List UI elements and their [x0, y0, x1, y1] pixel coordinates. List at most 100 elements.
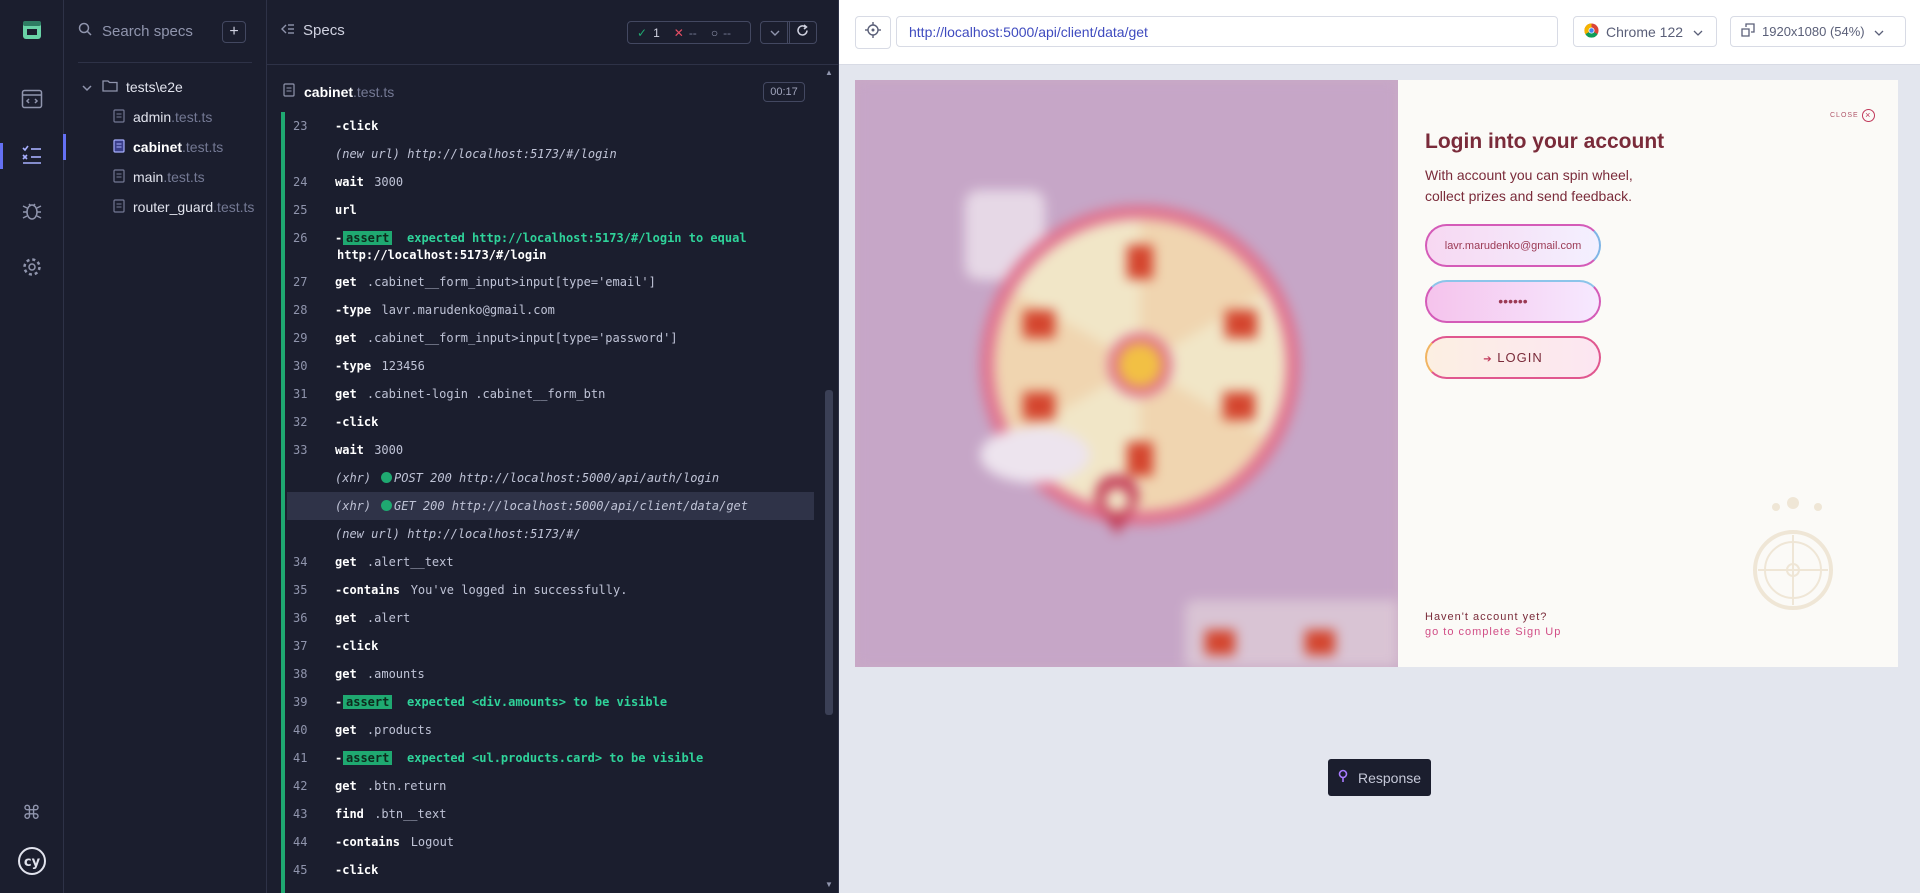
add-spec-button[interactable]: + [222, 21, 246, 43]
command-number: 36 [293, 611, 308, 625]
spec-file-main[interactable]: main .test.ts [64, 164, 266, 190]
command-row[interactable]: 41 - assert expected <ul.products.card> to … [287, 744, 814, 772]
command-number: 28 [293, 303, 308, 317]
viewport-selector[interactable]: 1920x1080 (54%) [1730, 16, 1906, 47]
command-row[interactable]: 39 - assert expected <div.amounts> to be vi… [287, 688, 814, 716]
selector-playground-button[interactable] [855, 16, 891, 49]
debug-icon[interactable] [0, 193, 63, 229]
command-row[interactable]: 42 get .btn.return [287, 772, 814, 800]
url-change-row[interactable]: (new url) http://localhost:5173/#/ [287, 520, 814, 548]
keyboard-shortcuts-icon[interactable]: ⌘ [0, 795, 63, 831]
scroll-up-icon[interactable]: ▲ [825, 68, 833, 77]
spec-file-cabinet[interactable]: cabinet .test.ts [63, 134, 266, 160]
command-row[interactable]: 44 -contains Logout [287, 828, 814, 856]
spec-file-name: main [133, 169, 164, 185]
settings-icon[interactable] [0, 249, 63, 285]
command-row[interactable]: 40 get .products [287, 716, 814, 744]
aut-url[interactable]: http://localhost:5000/api/client/data/ge… [896, 16, 1558, 47]
command-message: 123456 [381, 359, 425, 373]
command-row[interactable]: 45 -click [287, 856, 814, 884]
command-name: get [335, 723, 357, 737]
command-row[interactable]: 28 -type lavr.marudenko@gmail.com [287, 296, 814, 324]
folder-icon [102, 79, 118, 95]
command-row[interactable]: 32 -click [287, 408, 814, 436]
xhr-log-row[interactable]: (xhr) POST 200 http://localhost:5000/api/… [287, 464, 814, 492]
command-row[interactable]: 37 -click [287, 632, 814, 660]
command-row[interactable]: 29 get .cabinet__form_input>input[type='pa… [287, 324, 814, 352]
command-row[interactable]: 23 -click [287, 112, 814, 140]
command-row[interactable]: 27 get .cabinet__form_input>input[type='em… [287, 268, 814, 296]
specs-toggle[interactable]: Specs [281, 22, 345, 39]
folder-row[interactable]: tests\e2e [64, 74, 266, 100]
url-change-row[interactable]: (new url) http://localhost:5173/#/login [287, 140, 814, 168]
reporter-panel: Specs ✓ 1 ✕ -- ○ -- cabinet .test.ts 00:1… [267, 0, 839, 893]
login-description: With account you can spin wheel, collect… [1425, 167, 1633, 204]
command-number: 40 [293, 723, 308, 737]
login-icon: ➔ [1483, 354, 1493, 365]
email-field[interactable]: lavr.marudenko@gmail.com [1425, 224, 1601, 267]
aut-viewport: CLOSE × Login into your account With acc… [855, 80, 1898, 667]
assert-message: expected <ul.products.card> to be visibl… [407, 751, 704, 765]
command-number: 38 [293, 667, 308, 681]
scroll-down-icon[interactable]: ▼ [825, 880, 833, 889]
spec-file-router-guard[interactable]: router_guard .test.ts [64, 194, 266, 220]
pass-indicator-bar [281, 112, 285, 893]
response-snapshot-button[interactable]: Response [1328, 759, 1431, 796]
runs-icon[interactable] [0, 81, 63, 117]
command-name: get [335, 779, 357, 793]
xhr-detail: POST 200 http://localhost:5000/api/auth/… [381, 471, 719, 485]
pending-count: -- [723, 25, 732, 40]
file-icon [283, 82, 295, 102]
login-button[interactable]: ➔ LOGIN [1425, 336, 1601, 379]
command-row[interactable]: 35 -contains You've logged in successfully… [287, 576, 814, 604]
command-number: 42 [293, 779, 308, 793]
rerun-button[interactable] [787, 21, 817, 44]
command-row[interactable]: 26 - assert expected http://localhost:5173/… [287, 224, 814, 266]
command-row[interactable]: 31 get .cabinet-login .cabinet__form_btn [287, 380, 814, 408]
browser-selector[interactable]: Chrome 122 [1573, 16, 1717, 47]
command-name: -click [335, 639, 379, 653]
command-row[interactable]: 43 find .btn__text [287, 800, 814, 828]
assert-badge: assert [343, 231, 393, 245]
command-row[interactable]: 25 url [287, 196, 814, 224]
xhr-message: POST 200 http://localhost:5000/api/auth/… [394, 471, 720, 485]
command-name: -type [335, 359, 372, 373]
command-row[interactable]: 30 -type 123456 [287, 352, 814, 380]
command-number: 26 [293, 231, 308, 245]
command-row[interactable]: 36 get .alert [287, 604, 814, 632]
svg-text:cy: cy [23, 855, 40, 870]
cypress-logo-icon[interactable] [0, 12, 63, 48]
command-row[interactable]: 33 wait 3000 [287, 436, 814, 464]
close-button[interactable]: CLOSE × [1830, 109, 1875, 122]
password-field[interactable]: •••••• [1425, 280, 1601, 323]
expand-dropdown-button[interactable] [760, 21, 790, 44]
command-row[interactable]: 34 get .alert__text [287, 548, 814, 576]
command-number: 32 [293, 415, 308, 429]
signup-link[interactable]: go to complete Sign Up [1425, 626, 1561, 638]
command-name: get [335, 387, 357, 401]
command-name: -click [335, 415, 379, 429]
command-number: 24 [293, 175, 308, 189]
spec-ext: .test.ts [353, 84, 395, 100]
command-name: - [335, 695, 343, 709]
command-message: .cabinet__form_input>input[type='email'] [366, 275, 656, 289]
command-log: 23 -click (new url) http://localhost:5173/… [281, 112, 814, 893]
command-name: -contains [335, 583, 401, 597]
command-row[interactable]: 38 get .amounts [287, 660, 814, 688]
file-icon [113, 108, 125, 126]
spec-name: cabinet [304, 84, 354, 100]
command-name: - [335, 231, 343, 245]
divider [78, 62, 252, 63]
spec-file-ext: .test.ts [171, 109, 213, 125]
search-icon [78, 22, 92, 41]
xhr-log-row[interactable]: (xhr) GET 200 http://localhost:5000/api/c… [287, 492, 814, 520]
cypress-cy-icon[interactable]: cy [0, 843, 63, 879]
command-message: .products [366, 723, 432, 737]
scrollbar[interactable] [825, 390, 833, 715]
spec-file-admin[interactable]: admin .test.ts [64, 104, 266, 130]
command-row[interactable]: 24 wait 3000 [287, 168, 814, 196]
command-number: 45 [293, 863, 308, 877]
command-number: 39 [293, 695, 308, 709]
specs-list-icon[interactable] [0, 137, 63, 173]
search-input[interactable]: Search specs [102, 23, 193, 40]
